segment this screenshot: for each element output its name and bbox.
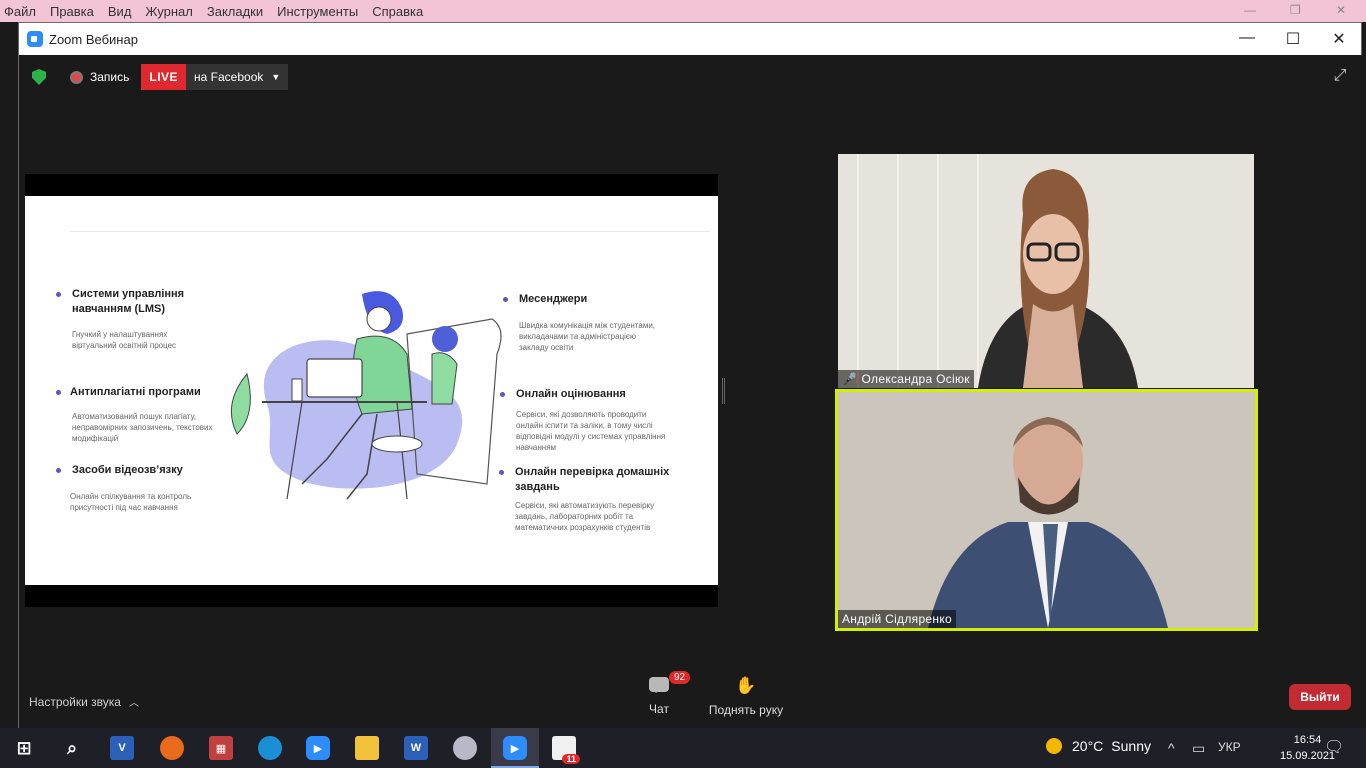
caret-down-icon: ▼ [271, 72, 281, 82]
meeting-stage: Запись LIVE на Facebook ▼ ⤢ Системи упра… [19, 55, 1363, 729]
edge-icon[interactable] [258, 736, 282, 760]
document-icon[interactable]: 11 [552, 736, 580, 764]
menu-edit[interactable]: Правка [50, 4, 94, 19]
menu-bookmarks[interactable]: Закладки [207, 4, 263, 19]
notification-badge: 11 [562, 754, 580, 764]
slide-item-title: Засоби відеозв’язку [56, 463, 216, 478]
illustration-cup [291, 378, 303, 402]
menu-view[interactable]: Вид [108, 4, 132, 19]
chat-button[interactable]: 92 Чат [641, 671, 691, 716]
zoom-taskbar-icon[interactable]: ▶ [306, 736, 330, 760]
browser-menu-bar: Файл Правка Вид Журнал Закладки Инструме… [0, 0, 1366, 22]
raise-hand-button[interactable]: ✋ Поднять руку [705, 676, 787, 718]
close-icon[interactable]: ✕ [1329, 29, 1349, 49]
live-stream-control[interactable]: LIVE на Facebook ▼ [141, 64, 289, 90]
chevron-up-icon[interactable]: ︿ [129, 694, 139, 709]
menu-file[interactable]: Файл [4, 4, 36, 19]
maximize-icon[interactable]: ☐ [1283, 29, 1303, 49]
menu-tools[interactable]: Инструменты [277, 4, 358, 19]
participant-video-1[interactable]: 🎤̸ Олександра Осіюк [838, 154, 1254, 388]
menu-help[interactable]: Справка [372, 4, 423, 19]
slide-item-title: Системи управління навчанням (LMS) [56, 287, 206, 317]
chat-badge: 92 [669, 671, 691, 684]
slide-content: Системи управління навчанням (LMS) Гнучк… [25, 196, 718, 585]
firefox-icon[interactable] [160, 736, 184, 760]
hand-icon: ✋ [735, 676, 757, 695]
notifications-icon[interactable]: 🗨 [1324, 737, 1344, 757]
tray-chevron-up-icon[interactable]: ^ [1168, 740, 1175, 756]
illustration-person2-hair [432, 326, 458, 352]
audio-settings-label: Настройки звука [29, 694, 121, 709]
slide-illustration [230, 291, 502, 500]
slide-item-antiplagiarism: Антиплагіатні програми Автоматизований п… [56, 385, 226, 444]
illustration-chair [371, 435, 423, 453]
participant-1-image [838, 154, 1254, 388]
slide-item-desc: Гнучкий у налаштуваннях віртуальний осві… [72, 330, 177, 350]
illustration-plant [230, 372, 251, 435]
muted-mic-icon: 🎤̸ [842, 372, 858, 386]
slide-item-title: Антиплагіатні програми [56, 385, 226, 400]
illustration-person-face [366, 306, 392, 332]
participant-2-image [838, 392, 1255, 628]
live-target-label: на Facebook [194, 70, 264, 84]
weather-temp: 20°C [1072, 738, 1104, 754]
slide-divider [70, 231, 710, 232]
live-target-dropdown[interactable]: на Facebook ▼ [186, 64, 289, 90]
shared-screen: Системи управління навчанням (LMS) Гнучк… [25, 174, 718, 607]
slide-item-video: Засоби відеозв’язку Онлайн спілкування т… [56, 463, 216, 513]
meeting-top-bar: Запись LIVE на Facebook ▼ [27, 63, 289, 91]
slide-item-messengers: Месенджери Швидка комунікація між студен… [503, 292, 663, 353]
record-label[interactable]: Запись [90, 70, 129, 84]
windows-taskbar: ⊞ ⌕ V ▦ ▶ W ▶ 11 20°C Sunny ^ ▭ УКР 16:5… [0, 728, 1366, 768]
participant-name: Андрій Сідляренко [842, 612, 952, 626]
live-badge: LIVE [141, 64, 187, 90]
raise-hand-label: Поднять руку [708, 703, 784, 717]
menu-history[interactable]: Журнал [145, 4, 192, 19]
layout-drag-handle[interactable] [722, 378, 725, 404]
bg-minimize-icon[interactable]: — [1244, 3, 1256, 17]
participant-name: Олександра Осіюк [861, 372, 970, 386]
slide-item-title: Месенджери [503, 292, 663, 307]
weather-text: Sunny [1111, 738, 1151, 754]
fullscreen-icon[interactable]: ⤢ [1329, 67, 1351, 89]
leave-button[interactable]: Выйти [1289, 684, 1351, 710]
slide-item-desc: Онлайн спілкування та контроль присутнос… [70, 492, 192, 512]
language-indicator[interactable]: УКР [1218, 740, 1241, 754]
zoom-active-icon[interactable]: ▶ [503, 736, 527, 760]
title-bar: Zoom Вебинар — ☐ ✕ [19, 23, 1361, 55]
slide-item-desc: Автоматизований пошук плагіату, неправом… [72, 412, 213, 443]
illustration-person2-body [431, 352, 458, 405]
participant-name-tag: Андрій Сідляренко [838, 610, 956, 628]
sun-icon [1046, 738, 1062, 754]
file-explorer-icon[interactable] [355, 736, 379, 760]
participant-name-tag: 🎤̸ Олександра Осіюк [838, 370, 974, 388]
paint-icon[interactable] [453, 736, 477, 760]
meeting-controls: Настройки звука ︿ 92 Чат ✋ Поднять руку … [19, 667, 1363, 729]
video-editor-icon[interactable]: ▦ [209, 736, 233, 760]
security-shield-icon[interactable] [32, 69, 46, 85]
weather-widget[interactable]: 20°C Sunny [1046, 738, 1151, 754]
participant-video-2[interactable]: Андрій Сідляренко [835, 389, 1258, 631]
search-icon[interactable]: ⌕ [60, 736, 84, 760]
word-icon[interactable]: W [404, 736, 428, 760]
windows-start-icon[interactable]: ⊞ [12, 736, 36, 760]
zoom-window: Zoom Вебинар — ☐ ✕ Запись LIVE на Facebo… [18, 22, 1363, 729]
window-title: Zoom Вебинар [49, 31, 138, 47]
slide-item-lms: Системи управління навчанням (LMS) Гнучк… [56, 287, 206, 351]
network-icon[interactable]: ▭ [1192, 740, 1205, 757]
slide-item-desc: Швидка комунікація між студентами, викла… [519, 321, 656, 352]
bg-close-icon[interactable]: ✕ [1336, 3, 1346, 17]
record-icon[interactable] [70, 70, 83, 84]
audio-settings-button[interactable]: Настройки звука ︿ [29, 694, 139, 710]
chat-icon: 92 [649, 671, 691, 693]
minimize-icon[interactable]: — [1237, 29, 1257, 47]
word-alt-icon[interactable]: V [110, 736, 134, 760]
illustration-laptop [306, 358, 363, 398]
chat-label: Чат [649, 702, 669, 716]
bg-restore-icon[interactable]: ❐ [1290, 3, 1301, 17]
zoom-logo-icon [27, 31, 43, 47]
